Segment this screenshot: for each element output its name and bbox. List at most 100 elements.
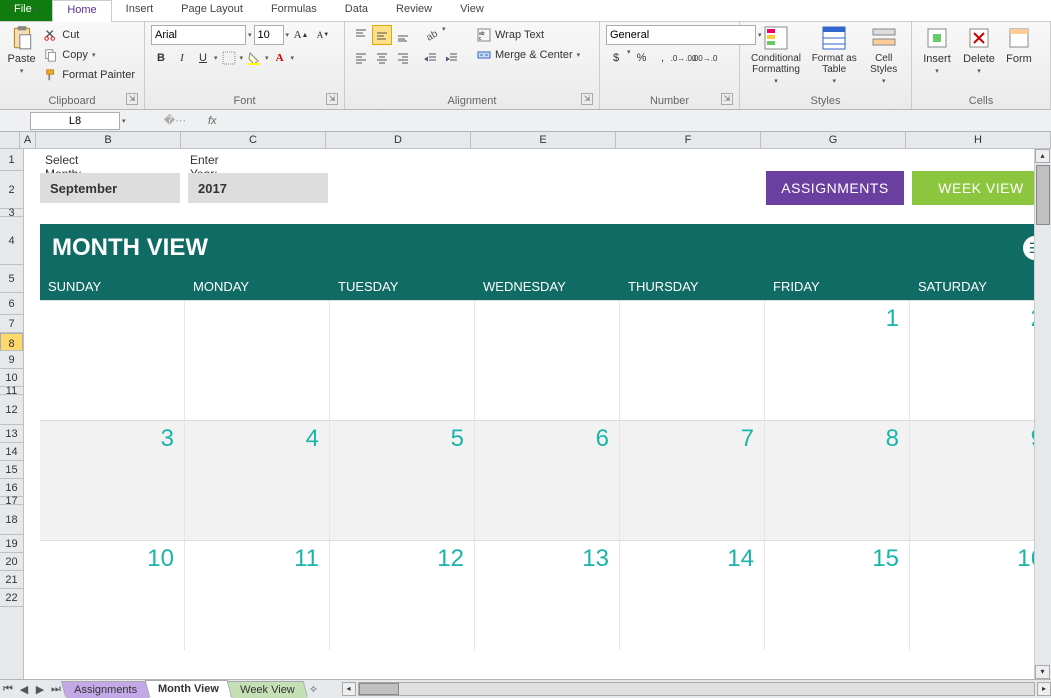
row-header-12[interactable]: 12 bbox=[0, 395, 23, 425]
calendar-cell[interactable]: 12 bbox=[330, 541, 475, 650]
increase-decimal-button[interactable]: .0→.00 bbox=[674, 48, 694, 68]
col-header-E[interactable]: E bbox=[471, 132, 616, 148]
align-center-button[interactable] bbox=[372, 48, 392, 68]
calendar-cell[interactable]: 2 bbox=[910, 301, 1034, 420]
delete-cells-button[interactable]: Delete▾ bbox=[960, 25, 998, 75]
row-header-11[interactable]: 11 bbox=[0, 387, 23, 395]
number-format-select[interactable] bbox=[606, 25, 756, 45]
row-header-19[interactable]: 19 bbox=[0, 535, 23, 553]
insert-cells-button[interactable]: Insert▾ bbox=[918, 25, 956, 75]
calendar-cell[interactable]: 11 bbox=[185, 541, 330, 650]
font-launcher[interactable]: ⇲ bbox=[326, 93, 338, 105]
sheet-nav-prev[interactable]: ◀ bbox=[16, 683, 32, 696]
calendar-cell[interactable]: 8 bbox=[765, 421, 910, 540]
format-as-table-button[interactable]: Format as Table▾ bbox=[810, 25, 858, 85]
wrap-text-button[interactable]: abc Wrap Text bbox=[474, 25, 583, 45]
paste-button[interactable]: Paste ▾ bbox=[6, 25, 37, 75]
hscroll-left[interactable]: ◂ bbox=[342, 682, 356, 696]
calendar-cell[interactable]: 15 bbox=[765, 541, 910, 650]
row-header-4[interactable]: 4 bbox=[0, 217, 23, 265]
col-header-C[interactable]: C bbox=[181, 132, 326, 148]
font-color-button[interactable]: A bbox=[270, 48, 290, 68]
tab-data[interactable]: Data bbox=[331, 0, 382, 21]
row-header-21[interactable]: 21 bbox=[0, 571, 23, 589]
calendar-cell[interactable]: 14 bbox=[620, 541, 765, 650]
font-name-select[interactable] bbox=[151, 25, 246, 45]
calendar-cell[interactable]: 10 bbox=[40, 541, 185, 650]
row-header-7[interactable]: 7 bbox=[0, 315, 23, 333]
cell-styles-button[interactable]: Cell Styles▾ bbox=[862, 25, 905, 85]
calendar-cell[interactable]: 16 bbox=[910, 541, 1034, 650]
col-header-G[interactable]: G bbox=[761, 132, 906, 148]
row-header-14[interactable]: 14 bbox=[0, 443, 23, 461]
sheet-tab-assignments[interactable]: Assignments bbox=[61, 681, 151, 698]
grow-font-button[interactable]: A▲ bbox=[291, 25, 311, 45]
calendar-cell[interactable]: 7 bbox=[620, 421, 765, 540]
align-middle-button[interactable] bbox=[372, 25, 392, 45]
calendar-cell[interactable] bbox=[330, 301, 475, 420]
italic-button[interactable]: I bbox=[172, 48, 192, 68]
copy-button[interactable]: Copy ▾ bbox=[41, 45, 138, 65]
calendar-cell[interactable] bbox=[40, 301, 185, 420]
cells-area[interactable]: Select Month: Enter Year: September 2017… bbox=[24, 149, 1034, 679]
increase-indent-button[interactable] bbox=[442, 48, 462, 68]
bold-button[interactable]: B bbox=[151, 48, 171, 68]
col-header-B[interactable]: B bbox=[36, 132, 181, 148]
row-header-9[interactable]: 9 bbox=[0, 351, 23, 369]
row-header-20[interactable]: 20 bbox=[0, 553, 23, 571]
font-size-select[interactable] bbox=[254, 25, 284, 45]
calendar-cell[interactable]: 6 bbox=[475, 421, 620, 540]
conditional-formatting-button[interactable]: Conditional Formatting▾ bbox=[746, 25, 806, 85]
row-header-18[interactable]: 18 bbox=[0, 505, 23, 535]
year-input[interactable]: 2017 bbox=[188, 173, 328, 203]
tab-review[interactable]: Review bbox=[382, 0, 446, 21]
sheet-tab-week-view[interactable]: Week View bbox=[227, 681, 308, 698]
fx-icon[interactable]: fx bbox=[208, 115, 217, 127]
vertical-thumb[interactable] bbox=[1036, 165, 1050, 225]
comma-button[interactable]: , bbox=[653, 48, 673, 68]
alignment-launcher[interactable]: ⇲ bbox=[581, 93, 593, 105]
row-header-3[interactable]: 3 bbox=[0, 209, 23, 217]
new-sheet-button[interactable]: ✧ bbox=[306, 683, 322, 696]
row-header-17[interactable]: 17 bbox=[0, 497, 23, 505]
align-top-button[interactable] bbox=[351, 25, 371, 45]
fill-color-button[interactable] bbox=[244, 48, 264, 68]
row-header-13[interactable]: 13 bbox=[0, 425, 23, 443]
tab-formulas[interactable]: Formulas bbox=[257, 0, 331, 21]
horizontal-thumb[interactable] bbox=[359, 683, 399, 695]
tab-view[interactable]: View bbox=[446, 0, 498, 21]
orientation-button[interactable]: ab bbox=[421, 25, 441, 45]
hscroll-right[interactable]: ▸ bbox=[1037, 682, 1051, 696]
col-header-F[interactable]: F bbox=[616, 132, 761, 148]
col-header-A[interactable]: A bbox=[20, 132, 36, 148]
tab-page-layout[interactable]: Page Layout bbox=[167, 0, 257, 21]
percent-button[interactable]: % bbox=[632, 48, 652, 68]
calendar-cell[interactable]: 9 bbox=[910, 421, 1034, 540]
formula-input[interactable] bbox=[225, 112, 1051, 130]
align-bottom-button[interactable] bbox=[393, 25, 413, 45]
sheet-nav-next[interactable]: ▶ bbox=[32, 683, 48, 696]
calendar-cell[interactable] bbox=[475, 301, 620, 420]
number-launcher[interactable]: ⇲ bbox=[721, 93, 733, 105]
merge-center-button[interactable]: Merge & Center ▾ bbox=[474, 45, 583, 65]
tab-file[interactable]: File ▾ bbox=[0, 0, 52, 21]
col-header-H[interactable]: H bbox=[906, 132, 1051, 148]
vertical-scrollbar[interactable]: ▴ ▾ bbox=[1034, 149, 1051, 679]
clipboard-launcher[interactable]: ⇲ bbox=[126, 93, 138, 105]
decrease-indent-button[interactable] bbox=[421, 48, 441, 68]
calendar-cell[interactable]: 13 bbox=[475, 541, 620, 650]
name-box[interactable] bbox=[30, 112, 120, 130]
calendar-cell[interactable]: 5 bbox=[330, 421, 475, 540]
calendar-cell[interactable] bbox=[185, 301, 330, 420]
row-header-2[interactable]: 2 bbox=[0, 171, 23, 209]
row-header-1[interactable]: 1 bbox=[0, 149, 23, 171]
calendar-cell[interactable]: 1 bbox=[765, 301, 910, 420]
assignments-button[interactable]: ASSIGNMENTS bbox=[766, 171, 904, 205]
horizontal-scrollbar[interactable] bbox=[358, 682, 1035, 696]
tab-insert[interactable]: Insert bbox=[112, 0, 168, 21]
month-input[interactable]: September bbox=[40, 173, 180, 203]
row-header-5[interactable]: 5 bbox=[0, 265, 23, 293]
calendar-cell[interactable]: 4 bbox=[185, 421, 330, 540]
row-header-8[interactable]: 8 bbox=[0, 333, 23, 351]
format-cells-button[interactable]: Form bbox=[1002, 25, 1036, 65]
